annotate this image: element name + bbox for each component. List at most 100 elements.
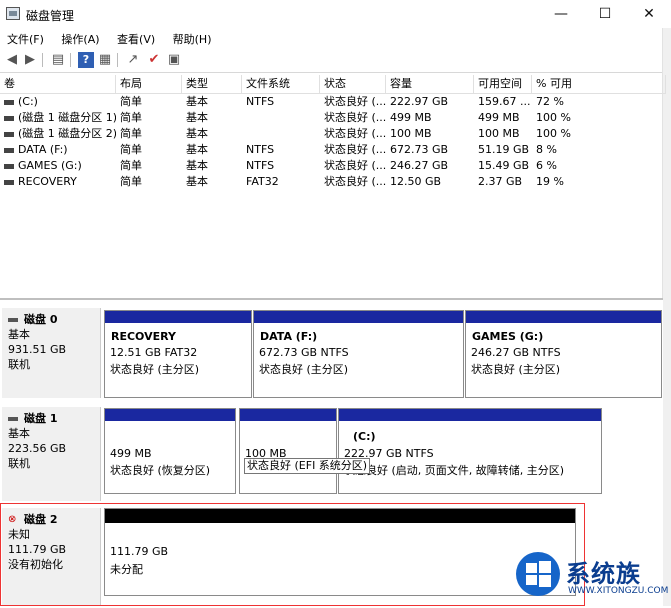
partition-state: 状态良好 (主分区) bbox=[259, 363, 349, 376]
partition-state: 状态良好 (主分区) bbox=[110, 363, 200, 376]
cell-status: 状态良好 (... bbox=[320, 110, 386, 126]
column-header-filesystem[interactable]: 文件系统 bbox=[242, 75, 320, 93]
help-icon[interactable]: ? bbox=[78, 52, 94, 68]
cell-text: 基本 bbox=[186, 111, 208, 124]
cell-free-space: 159.67 ... bbox=[474, 94, 532, 110]
disk-management-icon bbox=[6, 7, 20, 20]
partition-state: 状态良好 (恢复分区) bbox=[110, 464, 211, 477]
checkmark-icon[interactable]: ✔ bbox=[146, 52, 162, 68]
cell-layout: 简单 bbox=[116, 110, 182, 126]
disk-status: 联机 bbox=[8, 457, 30, 470]
toolbar: ◀ ▶ ▤ ? ▦ ↗ ✔ ▣ bbox=[0, 48, 671, 73]
column-header-percent-free[interactable]: % 可用 bbox=[532, 75, 666, 93]
volume-list: 卷 布局 类型 文件系统 状态 容量 可用空间 % 可用 (C:) 简单 基本 NTF… bbox=[0, 75, 666, 297]
partition-name: RECOVERY bbox=[111, 330, 176, 343]
highlight-box bbox=[0, 503, 585, 606]
primary-partition-bar bbox=[105, 311, 251, 323]
console-icon[interactable]: ▦ bbox=[97, 52, 113, 68]
column-header-volume[interactable]: 卷 bbox=[0, 75, 116, 93]
table-row[interactable]: RECOVERY 简单 基本 FAT32 状态良好 (... 12.50 GB 2.37 G… bbox=[0, 174, 666, 190]
cell-filesystem bbox=[242, 110, 320, 126]
partition-efi-100mb[interactable]: 100 MB bbox=[239, 408, 337, 494]
cell-text: RECOVERY bbox=[18, 175, 77, 188]
primary-partition-bar bbox=[339, 409, 601, 421]
partition-recovery-499mb[interactable]: 499 MB 状态良好 (恢复分区) bbox=[104, 408, 236, 494]
menu-help[interactable]: 帮助(H) bbox=[166, 28, 219, 50]
cell-text: 222.97 GB bbox=[390, 95, 449, 108]
forward-icon[interactable]: ▶ bbox=[22, 52, 38, 68]
cell-text: 简单 bbox=[120, 95, 142, 108]
cell-text: 状态良好 (... bbox=[324, 111, 386, 124]
partition-games[interactable]: GAMES (G:) 246.27 GB NTFS 状态良好 (主分区) bbox=[465, 310, 662, 398]
partition-name: DATA (F:) bbox=[260, 330, 318, 343]
cell-layout: 简单 bbox=[116, 142, 182, 158]
cell-text: NTFS bbox=[246, 95, 275, 108]
partition-name: (C:) bbox=[353, 430, 376, 443]
watermark: 系统族 WWW.XITONGZU.COM bbox=[512, 548, 670, 606]
back-icon[interactable]: ◀ bbox=[4, 52, 20, 68]
cell-free-space: 15.49 GB bbox=[474, 158, 532, 174]
column-header-type[interactable]: 类型 bbox=[182, 75, 242, 93]
cell-text: (C:) bbox=[18, 95, 38, 108]
windows-logo-icon bbox=[516, 552, 560, 596]
watermark-sub: WWW.XITONGZU.COM bbox=[568, 586, 669, 596]
volume-icon bbox=[4, 99, 14, 105]
cell-filesystem bbox=[242, 126, 320, 142]
column-header-status[interactable]: 状态 bbox=[320, 75, 386, 93]
partition-c[interactable]: (C:) 222.97 GB NTFS 状态良好 (启动, 页面文件, 故障转储… bbox=[338, 408, 602, 494]
disk-0-label[interactable]: 磁盘 0 基本 931.51 GB 联机 bbox=[2, 308, 101, 398]
cell-text: 8 % bbox=[536, 143, 557, 156]
menu-file[interactable]: 文件(F) bbox=[0, 28, 51, 50]
cell-text: DATA (F:) bbox=[18, 143, 68, 156]
disk-type: 基本 bbox=[8, 328, 30, 341]
cell-layout: 简单 bbox=[116, 94, 182, 110]
cell-status: 状态良好 (... bbox=[320, 126, 386, 142]
column-header-capacity[interactable]: 容量 bbox=[386, 75, 474, 93]
partition-size: 246.27 GB NTFS bbox=[471, 346, 561, 359]
minimize-button[interactable]: — bbox=[539, 0, 583, 28]
cell-capacity: 672.73 GB bbox=[386, 142, 474, 158]
cell-text: 100 MB bbox=[390, 127, 432, 140]
table-row[interactable]: (磁盘 1 磁盘分区 1) 简单 基本 状态良好 (... 499 MB 499 MB 10… bbox=[0, 110, 666, 126]
partition-recovery[interactable]: RECOVERY 12.51 GB FAT32 状态良好 (主分区) bbox=[104, 310, 252, 398]
menu-action[interactable]: 操作(A) bbox=[54, 28, 106, 50]
cell-text: NTFS bbox=[246, 143, 275, 156]
settings-icon[interactable]: ▣ bbox=[166, 52, 182, 68]
cell-percent-free: 100 % bbox=[532, 126, 666, 142]
watermark-text: 系统族 bbox=[566, 560, 641, 588]
cell-layout: 简单 bbox=[116, 174, 182, 190]
cell-volume: (磁盘 1 磁盘分区 2) bbox=[0, 126, 116, 142]
cell-volume: RECOVERY bbox=[0, 174, 116, 190]
column-header-layout[interactable]: 布局 bbox=[116, 75, 182, 93]
connect-icon[interactable]: ↗ bbox=[125, 52, 141, 68]
menu-view[interactable]: 查看(V) bbox=[110, 28, 162, 50]
cell-text: 简单 bbox=[120, 143, 142, 156]
partition-size: 672.73 GB NTFS bbox=[259, 346, 349, 359]
primary-partition-bar bbox=[466, 311, 661, 323]
close-button[interactable]: ✕ bbox=[627, 0, 671, 28]
cell-type: 基本 bbox=[182, 110, 242, 126]
primary-partition-bar bbox=[240, 409, 336, 421]
column-header-free-space[interactable]: 可用空间 bbox=[474, 75, 532, 93]
table-row[interactable]: (C:) 简单 基本 NTFS 状态良好 (... 222.97 GB 159.67 ...… bbox=[0, 94, 666, 110]
disk-size: 223.56 GB bbox=[8, 442, 67, 455]
cell-percent-free: 8 % bbox=[532, 142, 666, 158]
cell-status: 状态良好 (... bbox=[320, 174, 386, 190]
maximize-button[interactable]: ☐ bbox=[583, 0, 627, 28]
table-row[interactable]: GAMES (G:) 简单 基本 NTFS 状态良好 (... 246.27 GB 15.4… bbox=[0, 158, 666, 174]
partition-size: 12.51 GB FAT32 bbox=[110, 346, 198, 359]
disk-1-label[interactable]: 磁盘 1 基本 223.56 GB 联机 bbox=[2, 407, 101, 501]
properties-icon[interactable]: ▤ bbox=[50, 52, 66, 68]
cell-text: 基本 bbox=[186, 159, 208, 172]
table-row[interactable]: DATA (F:) 简单 基本 NTFS 状态良好 (... 672.73 GB 51.19… bbox=[0, 142, 666, 158]
table-row[interactable]: (磁盘 1 磁盘分区 2) 简单 基本 状态良好 (... 100 MB 100 MB 10… bbox=[0, 126, 666, 142]
cell-free-space: 2.37 GB bbox=[474, 174, 532, 190]
cell-percent-free: 100 % bbox=[532, 110, 666, 126]
cell-capacity: 100 MB bbox=[386, 126, 474, 142]
disk-size: 931.51 GB bbox=[8, 343, 67, 356]
partition-state: 状态良好 (主分区) bbox=[471, 363, 561, 376]
partition-data[interactable]: DATA (F:) 672.73 GB NTFS 状态良好 (主分区) bbox=[253, 310, 464, 398]
cell-text: 基本 bbox=[186, 127, 208, 140]
cell-volume: DATA (F:) bbox=[0, 142, 116, 158]
cell-text: (磁盘 1 磁盘分区 2) bbox=[18, 127, 116, 140]
